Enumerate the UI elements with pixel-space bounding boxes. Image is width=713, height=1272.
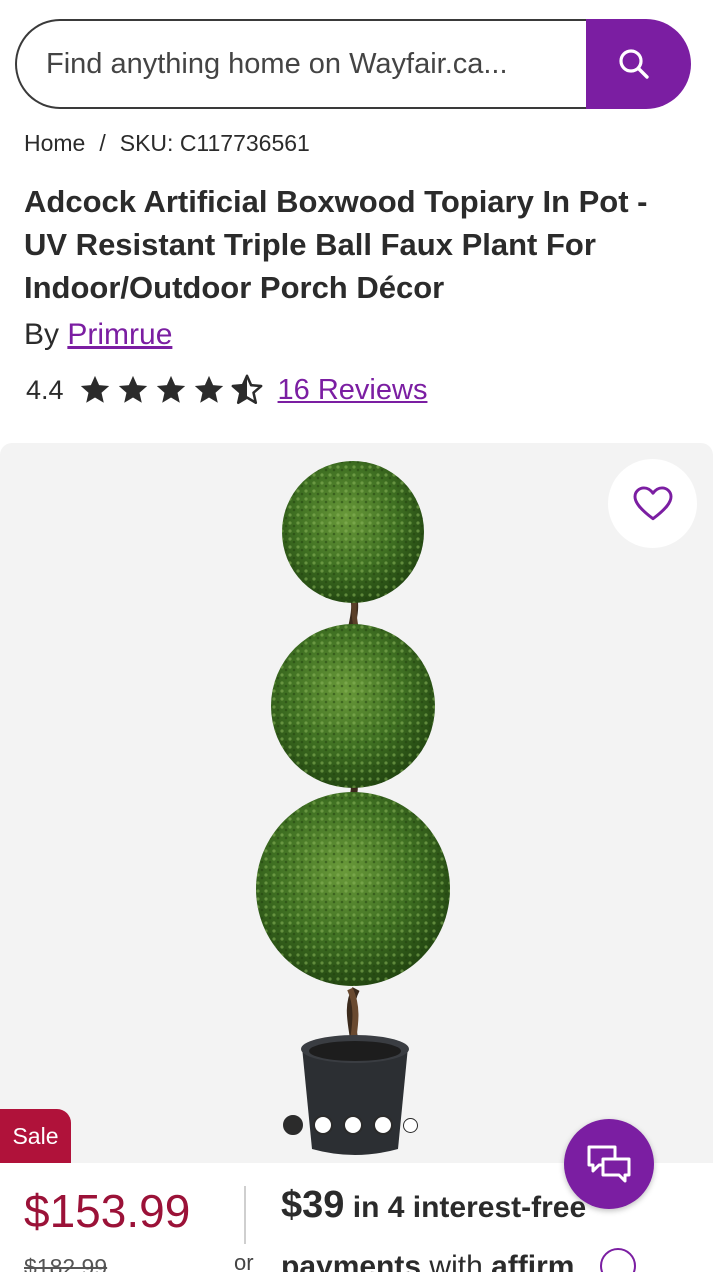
by-label: By (24, 318, 60, 351)
product-image-gallery[interactable] (0, 443, 713, 1163)
carousel-dot[interactable] (313, 1115, 333, 1135)
or-label: or (234, 1250, 254, 1272)
chat-button[interactable] (564, 1119, 654, 1209)
rating-value: 4.4 (26, 374, 64, 405)
carousel-dots (283, 1115, 418, 1135)
installment-text: in 4 interest-free (352, 1191, 587, 1224)
star-partial-icon (231, 374, 262, 405)
payments-label: payments (281, 1250, 422, 1272)
product-title: Adcock Artificial Boxwood Topiary In Pot… (24, 184, 648, 305)
with-label: with (429, 1250, 483, 1272)
chat-icon (587, 1145, 631, 1183)
carousel-dot[interactable] (283, 1115, 303, 1135)
search-button[interactable] (586, 19, 691, 109)
original-price: $182.99 (24, 1254, 108, 1272)
star-full-icon (80, 375, 109, 403)
breadcrumb-sku: SKU: C117736561 (119, 130, 310, 156)
search-icon (618, 49, 649, 79)
carousel-dot[interactable] (373, 1115, 393, 1135)
sale-badge: Sale (0, 1109, 71, 1163)
star-full-icon (118, 375, 147, 403)
search-bar (15, 19, 691, 109)
star-full-icon (156, 375, 185, 403)
affirm-logo: affirm (491, 1250, 575, 1272)
star-full-icon (194, 375, 223, 403)
favorite-button[interactable] (608, 459, 697, 548)
info-icon[interactable] (600, 1248, 636, 1272)
carousel-dot[interactable] (343, 1115, 363, 1135)
search-input[interactable] (15, 19, 586, 109)
carousel-dot[interactable] (403, 1117, 418, 1133)
rating-line: 4.4 16 Reviews (26, 368, 427, 412)
breadcrumb-home-link[interactable]: Home (24, 130, 85, 157)
breadcrumb-separator: / (99, 130, 106, 156)
star-rating (78, 373, 264, 407)
installment-offer: $39 in 4 interest-free (281, 1184, 586, 1227)
product-image (256, 461, 450, 1155)
brand-line: By Primrue (24, 318, 172, 352)
sale-price: $153.99 (24, 1185, 191, 1237)
breadcrumb: Home / SKU: C117736561 (24, 130, 310, 157)
installment-amount: $39 (281, 1184, 345, 1226)
price-divider (244, 1186, 246, 1244)
brand-link[interactable]: Primrue (67, 318, 172, 351)
reviews-link[interactable]: 16 Reviews (278, 374, 428, 407)
heart-icon (633, 485, 672, 520)
installment-provider-line: payments with affirm (281, 1250, 574, 1272)
